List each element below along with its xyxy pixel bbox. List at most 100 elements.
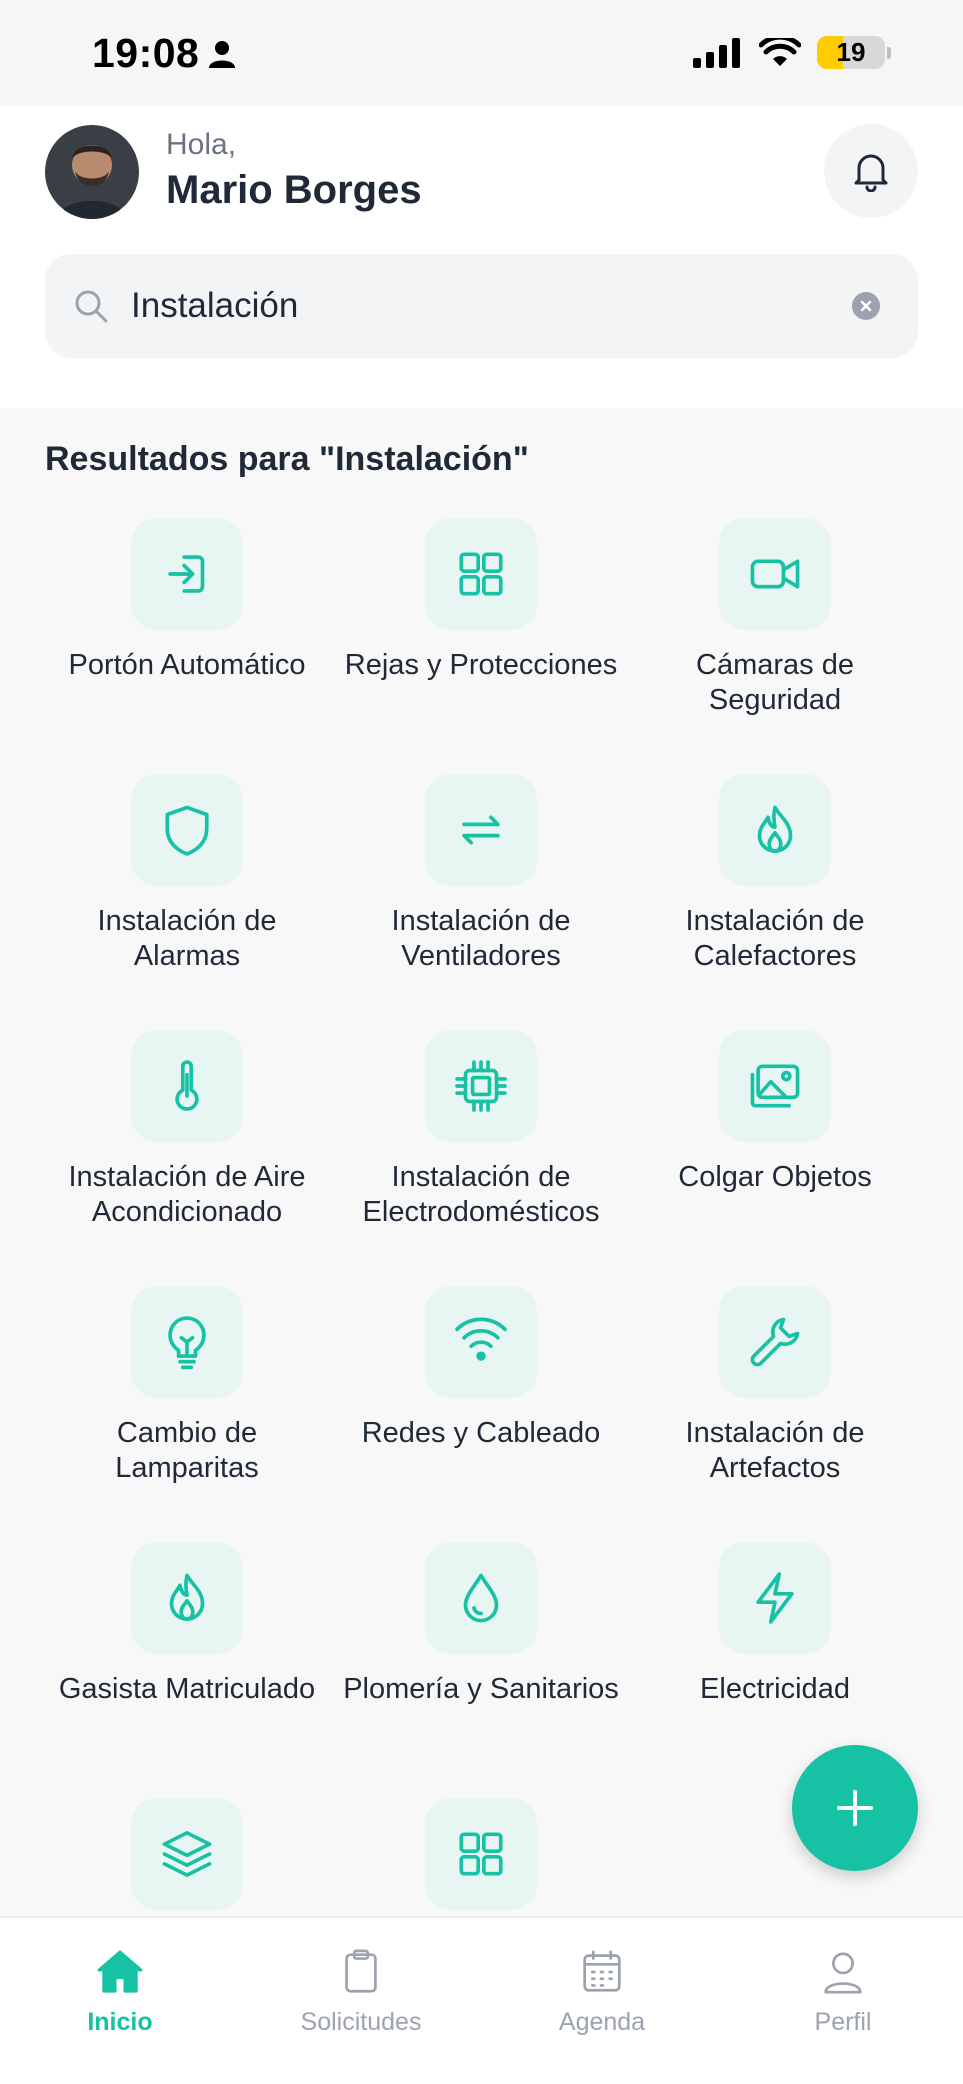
wrench-icon [750, 1317, 800, 1367]
nav-item-perfil[interactable]: Perfil [763, 1946, 923, 2037]
flame-icon [169, 1573, 205, 1621]
service-label: Rejas y Protecciones [344, 649, 618, 681]
service-label: Instalación de Artefactos [685, 1417, 865, 1484]
service-icon-box [719, 1286, 831, 1398]
service-icon-box [719, 1030, 831, 1142]
clipboard-icon [345, 1949, 377, 1993]
service-label: Colgar Objetos [678, 1161, 872, 1193]
service-label: Redes y Cableado [361, 1417, 601, 1449]
service-tile[interactable]: Colgar Objetos [628, 1030, 922, 1195]
service-icon-box [425, 518, 537, 630]
service-icon-box [719, 774, 831, 886]
service-label: Instalación de Ventiladores [391, 905, 571, 972]
add-button[interactable] [792, 1745, 918, 1871]
service-tile[interactable]: Instalación de Alarmas [40, 774, 334, 974]
user-icon [824, 1952, 862, 1994]
service-tile[interactable]: Rejas y Protecciones [334, 518, 628, 683]
lightbulb-icon [168, 1316, 206, 1370]
service-label: Plomería y Sanitarios [343, 1673, 619, 1705]
search-icon [75, 290, 108, 323]
service-label: Gasista Matriculado [58, 1673, 316, 1705]
lightning-icon [756, 1572, 794, 1624]
droplet-icon [463, 1573, 499, 1623]
service-icon-box [719, 1542, 831, 1654]
home-icon [97, 1950, 143, 1993]
shield-icon [165, 805, 209, 856]
nav-label: Perfil [814, 2008, 872, 2036]
grid-icon [459, 552, 503, 596]
service-tile[interactable]: Instalación de Calefactores [628, 774, 922, 974]
battery-level: 19 [836, 37, 866, 67]
chip-icon [455, 1060, 507, 1112]
service-icon-box [425, 1542, 537, 1654]
avatar[interactable] [45, 125, 139, 219]
service-icon-box [131, 774, 243, 886]
service-tile[interactable]: Instalación de Electrodomésticos [334, 1030, 628, 1230]
nav-label: Solicitudes [300, 2008, 422, 2036]
service-icon-box [425, 1798, 537, 1910]
greeting-text: Hola, [166, 128, 237, 161]
status-indicators: 19 [693, 36, 891, 69]
service-label: Instalación de Aire Acondicionado [68, 1161, 306, 1228]
pictures-icon [750, 1064, 800, 1108]
service-tile[interactable]: Redes y Cableado [334, 1286, 628, 1451]
results-title: Resultados para "Instalación" [45, 440, 529, 478]
service-tile[interactable]: Electricidad [628, 1542, 922, 1707]
video-camera-icon [750, 559, 800, 589]
service-label: Electricidad [700, 1673, 850, 1705]
clear-search-button[interactable] [852, 292, 880, 320]
service-tile[interactable] [40, 1798, 334, 1928]
notifications-button[interactable] [824, 124, 918, 218]
service-tile[interactable]: Instalación de Aire Acondicionado [40, 1030, 334, 1230]
service-label: Instalación de Calefactores [685, 905, 865, 972]
service-icon-box [131, 518, 243, 630]
service-tile[interactable]: Instalación de Artefactos [628, 1286, 922, 1486]
close-icon [860, 300, 872, 312]
service-icon-box [719, 518, 831, 630]
thermometer-icon [175, 1060, 199, 1111]
service-tile[interactable]: Cambio de Lamparitas [40, 1286, 334, 1486]
service-label: Instalación de Electrodomésticos [362, 1161, 600, 1228]
user-name: Mario Borges [166, 168, 422, 212]
flame-icon [757, 805, 793, 853]
service-icon-box [131, 1286, 243, 1398]
nav-item-solicitudes[interactable]: Solicitudes [281, 1946, 441, 2037]
person-icon [209, 40, 236, 68]
nav-label: Agenda [558, 2008, 646, 2036]
header: Hola, Mario Borges [0, 106, 963, 408]
status-time-text: 19:08 [92, 30, 200, 76]
nav-item-agenda[interactable]: Agenda [522, 1946, 682, 2037]
signal-icon [693, 37, 740, 68]
service-icon-box [425, 1030, 537, 1142]
service-icon-box [131, 1542, 243, 1654]
calendar-icon [583, 1950, 621, 1992]
service-tile[interactable]: Plomería y Sanitarios [334, 1542, 628, 1707]
layers-icon [162, 1831, 212, 1877]
service-icon-box [131, 1030, 243, 1142]
service-tile[interactable]: Cámaras de Seguridad [628, 518, 922, 718]
nav-item-inicio[interactable]: Inicio [40, 1946, 200, 2037]
service-tile[interactable]: Instalación de Ventiladores [334, 774, 628, 974]
search-bar[interactable] [45, 254, 918, 358]
nav-label: Inicio [87, 2008, 153, 2036]
service-tile[interactable] [334, 1798, 628, 1928]
service-label: Cámaras de Seguridad [696, 649, 854, 716]
status-bar: 19:08 19 [0, 0, 963, 106]
service-label: Portón Automático [68, 649, 306, 681]
login-arrow-icon [168, 555, 205, 593]
service-tile[interactable]: Portón Automático [40, 518, 334, 683]
service-icon-box [131, 1798, 243, 1910]
search-input[interactable] [131, 286, 831, 326]
plus-icon [837, 1790, 873, 1826]
wifi-icon [455, 1317, 507, 1361]
grid-icon [459, 1832, 503, 1876]
status-time: 19:08 [92, 30, 236, 77]
service-icon-box [425, 774, 537, 886]
service-tile[interactable]: Gasista Matriculado [40, 1542, 334, 1707]
service-label: Instalación de Alarmas [97, 905, 277, 972]
repeat-arrows-icon [462, 815, 500, 845]
wifi-icon [759, 37, 801, 66]
bell-icon [854, 154, 888, 192]
service-icon-box [425, 1286, 537, 1398]
service-label: Cambio de Lamparitas [115, 1417, 259, 1484]
